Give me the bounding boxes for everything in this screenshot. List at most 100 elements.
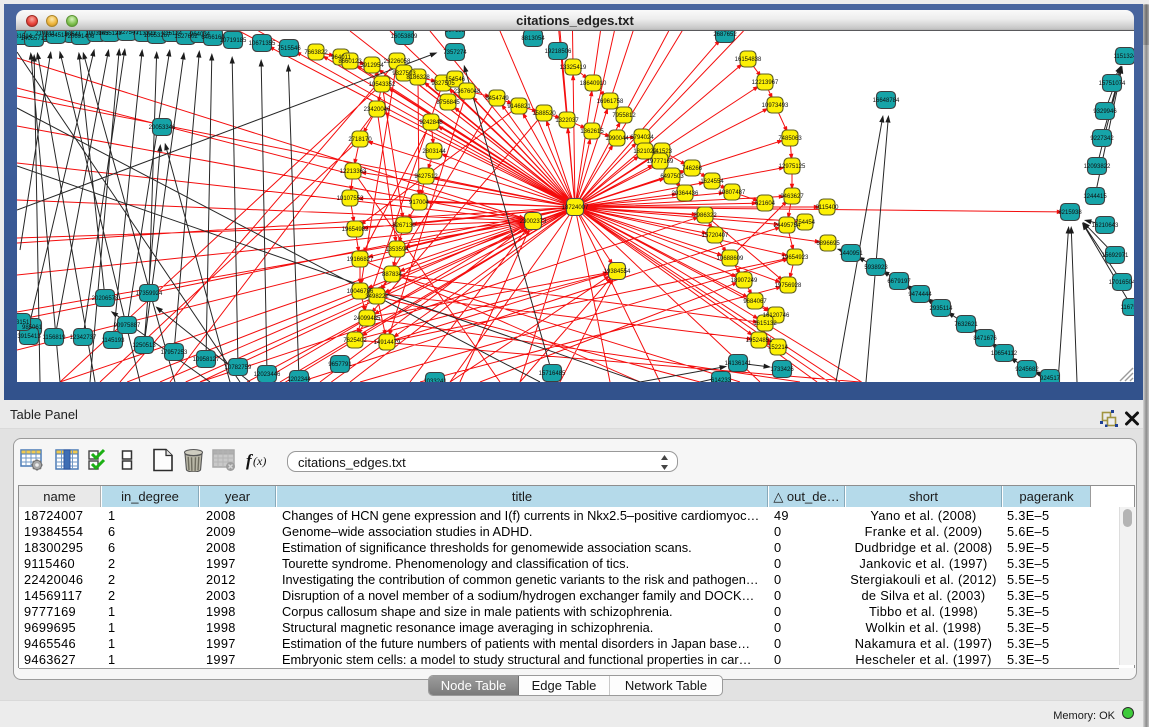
svg-text:19218506: 19218506 xyxy=(545,49,572,55)
svg-text:917004: 917004 xyxy=(409,200,430,206)
svg-text:18640910: 18640910 xyxy=(580,81,607,87)
svg-text:8660123: 8660123 xyxy=(338,59,362,65)
svg-text:16120746: 16120746 xyxy=(763,313,790,319)
svg-text:15692971: 15692971 xyxy=(1102,253,1129,259)
svg-text:12213363: 12213363 xyxy=(340,169,367,175)
svg-text:6794024: 6794024 xyxy=(630,135,654,141)
svg-text:2986322: 2986322 xyxy=(693,213,717,219)
svg-text:19654982: 19654982 xyxy=(342,227,369,233)
svg-text:924517: 924517 xyxy=(1040,376,1061,382)
svg-text:8471676: 8471676 xyxy=(973,336,997,342)
svg-text:93151: 93151 xyxy=(17,320,30,326)
svg-text:1624554: 1624554 xyxy=(700,179,724,185)
svg-text:2718170: 2718170 xyxy=(348,137,372,143)
svg-text:2687652: 2687652 xyxy=(713,32,737,38)
svg-text:8267130: 8267130 xyxy=(392,223,416,229)
svg-text:17957253: 17957253 xyxy=(161,350,188,356)
svg-text:20053346: 20053346 xyxy=(149,125,176,131)
svg-text:7663822: 7663822 xyxy=(304,50,328,56)
svg-text:23002373: 23002373 xyxy=(520,219,547,225)
svg-text:1145193: 1145193 xyxy=(102,338,126,344)
svg-text:16648784: 16648784 xyxy=(873,98,900,104)
svg-text:18724007: 18724007 xyxy=(562,205,589,211)
svg-text:19654923: 19654923 xyxy=(782,255,809,261)
svg-text:9463627: 9463627 xyxy=(780,194,804,200)
svg-text:1244415: 1244415 xyxy=(1083,194,1107,200)
svg-text:10958127: 10958127 xyxy=(193,357,220,363)
svg-text:187123: 187123 xyxy=(445,31,466,34)
svg-text:8813054: 8813054 xyxy=(521,36,545,42)
svg-text:1167534: 1167534 xyxy=(1121,305,1134,311)
svg-text:17016504: 17016504 xyxy=(1109,280,1134,286)
svg-text:8756845: 8756845 xyxy=(436,100,460,106)
svg-text:9684067: 9684067 xyxy=(743,299,767,305)
svg-text:1440951: 1440951 xyxy=(839,251,863,257)
svg-text:5938923: 5938923 xyxy=(864,265,888,271)
svg-text:9146821: 9146821 xyxy=(507,104,531,110)
svg-text:19524851: 19524851 xyxy=(746,338,773,344)
svg-text:1733426: 1733426 xyxy=(770,367,794,373)
svg-text:10973493: 10973493 xyxy=(762,103,789,109)
svg-text:2935114: 2935114 xyxy=(930,306,954,312)
svg-text:2803144: 2803144 xyxy=(422,149,446,155)
svg-text:16154838: 16154838 xyxy=(735,57,762,63)
svg-text:16961758: 16961758 xyxy=(597,99,624,105)
svg-text:12342737: 12342737 xyxy=(70,335,97,341)
svg-text:2064514: 2064514 xyxy=(44,33,68,39)
svg-text:754454: 754454 xyxy=(795,220,816,226)
svg-text:19756928: 19756928 xyxy=(775,283,802,289)
svg-text:10782759: 10782759 xyxy=(225,365,252,371)
svg-text:9242848: 9242848 xyxy=(419,120,443,126)
svg-text:15751074: 15751074 xyxy=(1099,81,1126,87)
svg-text:15716485: 15716485 xyxy=(539,371,566,377)
svg-text:1615132: 1615132 xyxy=(753,321,777,327)
svg-text:12093822: 12093822 xyxy=(1084,164,1111,170)
svg-text:19166827: 19166827 xyxy=(347,257,374,263)
svg-text:13325419: 13325419 xyxy=(560,65,587,71)
svg-text:9227342: 9227342 xyxy=(1090,136,1114,142)
svg-text:12213967: 12213967 xyxy=(752,80,779,86)
svg-text:10719185: 10719185 xyxy=(220,38,247,44)
svg-text:20206578: 20206578 xyxy=(92,296,119,302)
svg-text:3498222: 3498222 xyxy=(365,294,389,300)
svg-text:9657791: 9657791 xyxy=(328,362,352,368)
svg-text:1202344: 1202344 xyxy=(287,377,311,382)
svg-text:887834: 887834 xyxy=(382,272,403,278)
svg-text:10107552: 10107552 xyxy=(337,196,364,202)
svg-text:6497503: 6497503 xyxy=(660,174,684,180)
svg-text:1990044: 1990044 xyxy=(605,136,629,142)
svg-text:12975125: 12975125 xyxy=(779,164,806,170)
svg-text:1588520: 1588520 xyxy=(532,111,556,117)
svg-text:6679197: 6679197 xyxy=(887,279,911,285)
svg-text:20364436: 20364436 xyxy=(672,191,699,197)
svg-text:1353594: 1353594 xyxy=(385,247,409,253)
svg-text:19384554: 19384554 xyxy=(604,269,631,275)
svg-text:10688609: 10688609 xyxy=(717,256,744,262)
svg-text:152214: 152214 xyxy=(768,345,789,351)
svg-text:7485063: 7485063 xyxy=(778,136,802,142)
svg-text:1322037: 1322037 xyxy=(555,118,579,124)
svg-text:9427512: 9427512 xyxy=(414,174,438,180)
svg-text:7632621: 7632621 xyxy=(954,322,978,328)
svg-text:1156819: 1156819 xyxy=(43,335,67,341)
svg-text:141523: 141523 xyxy=(652,149,673,155)
svg-text:14914479: 14914479 xyxy=(374,340,401,346)
svg-text:3915413: 3915413 xyxy=(17,334,41,340)
svg-text:8454749: 8454749 xyxy=(485,96,509,102)
svg-text:621604: 621604 xyxy=(755,201,776,207)
svg-text:9329946: 9329946 xyxy=(1093,109,1117,115)
svg-text:746266: 746266 xyxy=(682,166,703,172)
svg-text:12023446: 12023446 xyxy=(254,372,281,378)
svg-text:7357274: 7357274 xyxy=(443,50,467,56)
svg-text:9474444: 9474444 xyxy=(908,292,932,298)
svg-text:7515546: 7515546 xyxy=(277,46,301,52)
svg-text:10671355: 10671355 xyxy=(249,41,276,47)
svg-text:154546: 154546 xyxy=(445,77,466,83)
svg-text:1250513: 1250513 xyxy=(132,343,156,349)
svg-text:23226058: 23226058 xyxy=(384,59,411,65)
svg-text:6896695: 6896695 xyxy=(816,241,840,247)
svg-text:17359924: 17359924 xyxy=(136,291,163,297)
svg-text:15720407: 15720407 xyxy=(702,233,729,239)
svg-text:10807487: 10807487 xyxy=(719,190,746,196)
svg-text:7625402: 7625402 xyxy=(343,338,367,344)
